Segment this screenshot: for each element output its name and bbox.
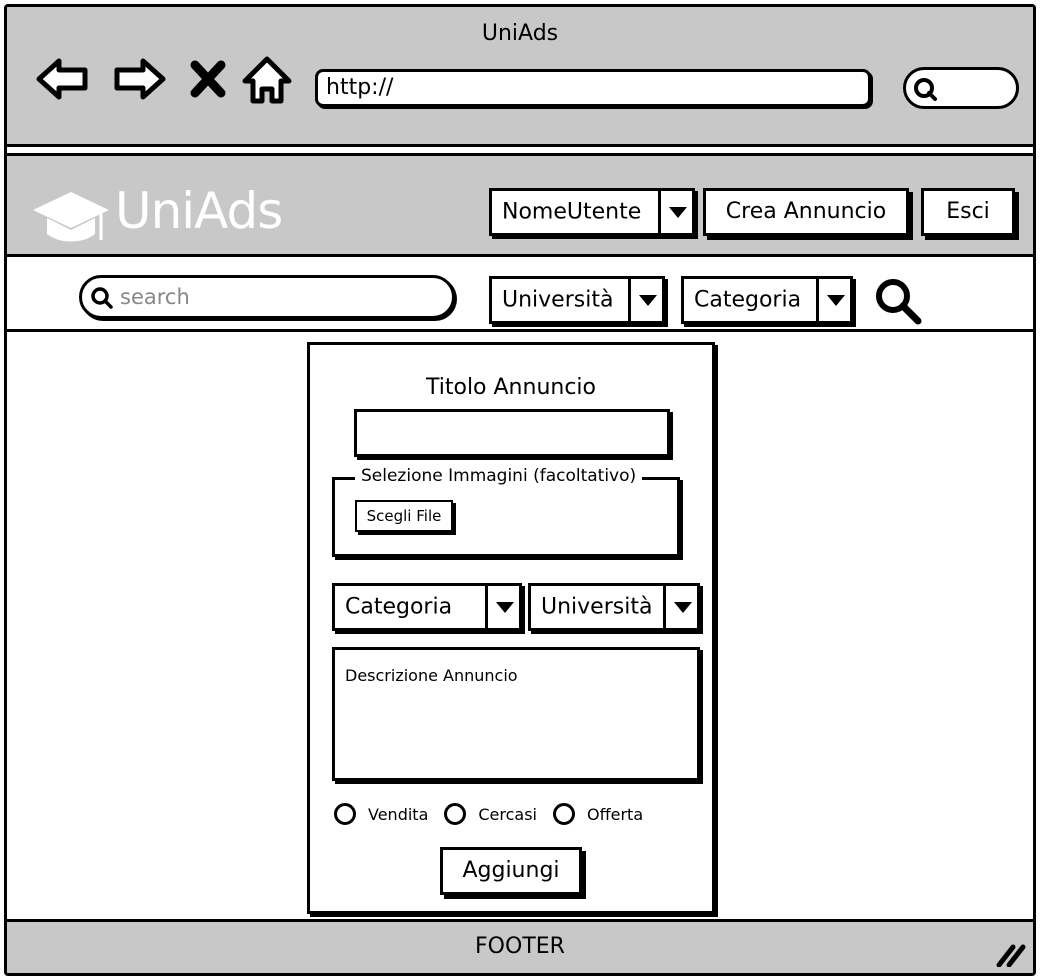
search-bar: search Università Categoria xyxy=(7,260,1033,332)
forward-arrow-icon[interactable] xyxy=(111,51,167,107)
university-filter[interactable]: Università xyxy=(489,276,665,324)
image-selection-group: Selezione Immagini (facoltativo) Scegli … xyxy=(332,466,680,557)
ad-university-label: Università xyxy=(541,594,653,620)
radio-offerta[interactable]: Offerta xyxy=(553,803,643,825)
close-icon[interactable] xyxy=(185,51,231,107)
search-icon xyxy=(914,78,937,101)
chevron-down-icon xyxy=(628,279,662,321)
radio-circle[interactable] xyxy=(334,803,356,825)
ad-category-label: Categoria xyxy=(345,594,453,620)
category-filter-label: Categoria xyxy=(694,287,802,313)
home-icon[interactable] xyxy=(239,51,295,107)
ad-description-textarea[interactable]: Descrizione Annuncio xyxy=(332,647,700,781)
radio-cercasi[interactable]: Cercasi xyxy=(444,803,537,825)
site-logo[interactable]: UniAds xyxy=(31,182,311,252)
ad-title-input[interactable] xyxy=(354,409,670,457)
add-ad-button[interactable]: Aggiungi xyxy=(440,847,582,895)
footer-text: FOOTER xyxy=(475,934,565,959)
page-footer: FOOTER xyxy=(7,919,1033,973)
browser-search-field[interactable] xyxy=(903,67,1019,109)
create-ad-button[interactable]: Crea Annuncio xyxy=(703,188,909,236)
browser-chrome: UniAds http:// xyxy=(7,7,1033,147)
ad-university-select[interactable]: Università xyxy=(528,583,700,631)
logout-button[interactable]: Esci xyxy=(921,188,1015,236)
radio-vendita[interactable]: Vendita xyxy=(334,803,428,825)
create-ad-form: Titolo Annuncio Selezione Immagini (faco… xyxy=(307,342,715,914)
chevron-down-icon xyxy=(816,279,850,321)
choose-file-button[interactable]: Scegli File xyxy=(355,500,453,532)
search-icon xyxy=(91,287,113,309)
window-title: UniAds xyxy=(481,21,559,46)
chevron-down-icon xyxy=(658,191,692,233)
user-menu-dropdown[interactable]: NomeUtente xyxy=(489,188,695,236)
category-filter[interactable]: Categoria xyxy=(681,276,853,324)
address-bar[interactable]: http:// xyxy=(315,69,871,107)
radio-circle[interactable] xyxy=(553,803,575,825)
image-selection-legend: Selezione Immagini (facoltativo) xyxy=(355,466,643,486)
search-input[interactable]: search xyxy=(79,275,455,319)
ad-title-label: Titolo Annuncio xyxy=(425,375,597,400)
site-header: UniAds NomeUtente Crea Annuncio Esci xyxy=(7,153,1033,257)
browser-window: UniAds http:// UniAds NomeUtente Crea An… xyxy=(4,4,1036,976)
user-menu-label: NomeUtente xyxy=(502,199,642,225)
chevron-down-icon xyxy=(663,586,697,628)
search-button[interactable] xyxy=(873,276,923,326)
search-placeholder: search xyxy=(120,285,190,309)
resize-grip-icon[interactable] xyxy=(995,939,1027,967)
radio-label: Cercasi xyxy=(478,804,537,824)
back-arrow-icon[interactable] xyxy=(35,51,91,107)
radio-circle[interactable] xyxy=(444,803,467,825)
university-filter-label: Università xyxy=(502,287,614,313)
graduation-cap-icon xyxy=(33,192,109,242)
chevron-down-icon xyxy=(485,586,519,628)
radio-label: Offerta xyxy=(587,804,644,824)
ad-category-select[interactable]: Categoria xyxy=(332,583,522,631)
radio-label: Vendita xyxy=(368,804,429,824)
logo-text: UniAds xyxy=(115,182,283,240)
ad-type-radio-group: Vendita Cercasi Offerta xyxy=(334,801,659,827)
